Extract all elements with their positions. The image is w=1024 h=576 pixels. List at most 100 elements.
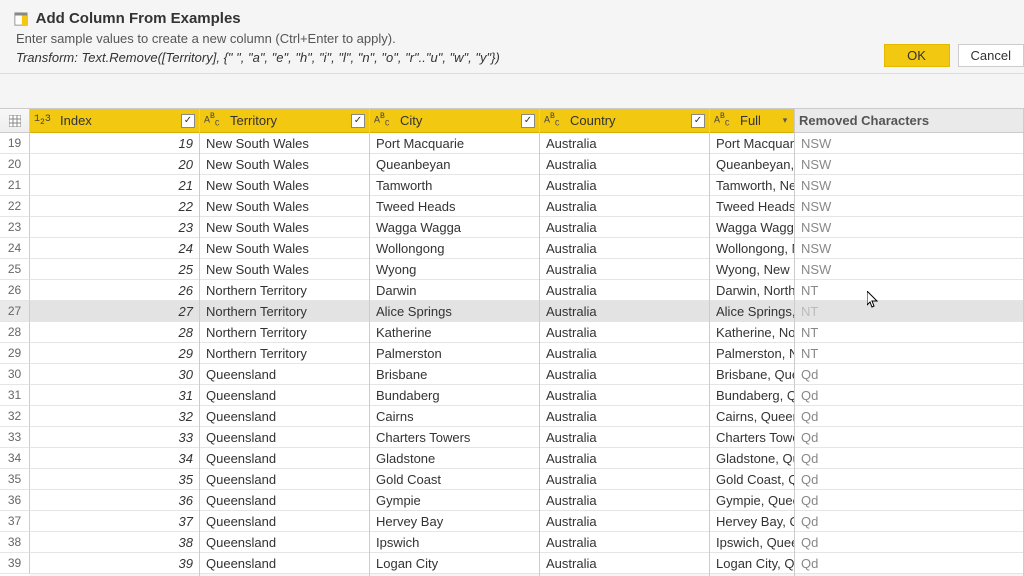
select-all-corner[interactable] [0, 109, 30, 133]
cell-full[interactable]: Darwin, Northe [710, 280, 794, 301]
cell-city[interactable]: Wyong [370, 259, 539, 280]
cell-removed-characters[interactable]: Qd [795, 406, 1023, 427]
column-include-checkbox[interactable]: ✓ [181, 114, 195, 128]
cell-country[interactable]: Australia [540, 406, 709, 427]
cell-country[interactable]: Australia [540, 385, 709, 406]
cell-territory[interactable]: Northern Territory [200, 301, 369, 322]
cell-index[interactable]: 31 [30, 385, 199, 406]
cell-country[interactable]: Australia [540, 301, 709, 322]
column-include-checkbox[interactable]: ✓ [691, 114, 705, 128]
row-header[interactable]: 28 [0, 322, 30, 343]
cell-removed-characters[interactable]: NT [795, 301, 1023, 322]
row-header[interactable]: 26 [0, 280, 30, 301]
row-header[interactable]: 34 [0, 448, 30, 469]
cell-country[interactable]: Australia [540, 343, 709, 364]
cell-country[interactable]: Australia [540, 490, 709, 511]
cell-city[interactable]: Hervey Bay [370, 511, 539, 532]
cell-index[interactable]: 21 [30, 175, 199, 196]
cell-territory[interactable]: New South Wales [200, 133, 369, 154]
cell-country[interactable]: Australia [540, 427, 709, 448]
cell-full[interactable]: Queanbeyan, N [710, 154, 794, 175]
row-header[interactable]: 37 [0, 511, 30, 532]
cell-full[interactable]: Logan City, Qu [710, 553, 794, 574]
cell-index[interactable]: 24 [30, 238, 199, 259]
cell-removed-characters[interactable]: Qd [795, 385, 1023, 406]
cell-territory[interactable]: Queensland [200, 385, 369, 406]
cell-index[interactable]: 39 [30, 553, 199, 574]
cell-index[interactable]: 29 [30, 343, 199, 364]
cell-country[interactable]: Australia [540, 511, 709, 532]
cell-removed-characters[interactable]: Qd [795, 532, 1023, 553]
cell-territory[interactable]: Queensland [200, 427, 369, 448]
cell-territory[interactable]: New South Wales [200, 238, 369, 259]
cell-full[interactable]: Wagga Wagga, [710, 217, 794, 238]
cell-index[interactable]: 27 [30, 301, 199, 322]
cell-territory[interactable]: Northern Territory [200, 322, 369, 343]
cell-territory[interactable]: Queensland [200, 553, 369, 574]
column-header-country[interactable]: ABC Country ✓ [540, 109, 709, 133]
cell-full[interactable]: Port Macquarie [710, 133, 794, 154]
cell-index[interactable]: 34 [30, 448, 199, 469]
cell-city[interactable]: Tamworth [370, 175, 539, 196]
cell-city[interactable]: Logan City [370, 553, 539, 574]
column-header-new[interactable]: Removed Characters [795, 109, 1023, 133]
cell-index[interactable]: 26 [30, 280, 199, 301]
column-header-territory[interactable]: ABC Territory ✓ [200, 109, 369, 133]
cell-removed-characters[interactable]: NSW [795, 217, 1023, 238]
cell-full[interactable]: Gladstone, Qu [710, 448, 794, 469]
cell-index[interactable]: 20 [30, 154, 199, 175]
cell-removed-characters[interactable]: NSW [795, 154, 1023, 175]
cell-removed-characters[interactable]: Qd [795, 469, 1023, 490]
cell-city[interactable]: Alice Springs [370, 301, 539, 322]
ok-button[interactable]: OK [884, 44, 950, 67]
cell-city[interactable]: Gold Coast [370, 469, 539, 490]
cell-full[interactable]: Gold Coast, Qu [710, 469, 794, 490]
cell-full[interactable]: Hervey Bay, Qu [710, 511, 794, 532]
cell-territory[interactable]: New South Wales [200, 154, 369, 175]
cell-index[interactable]: 28 [30, 322, 199, 343]
cell-country[interactable]: Australia [540, 364, 709, 385]
row-header[interactable]: 20 [0, 154, 30, 175]
cell-full[interactable]: Wyong, New S [710, 259, 794, 280]
cell-removed-characters[interactable]: Qd [795, 490, 1023, 511]
cell-removed-characters[interactable]: Qd [795, 427, 1023, 448]
cell-country[interactable]: Australia [540, 553, 709, 574]
cell-removed-characters[interactable]: Qd [795, 553, 1023, 574]
row-header[interactable]: 24 [0, 238, 30, 259]
cell-removed-characters[interactable]: Qd [795, 364, 1023, 385]
cell-territory[interactable]: New South Wales [200, 175, 369, 196]
row-header[interactable]: 35 [0, 469, 30, 490]
cell-territory[interactable]: Queensland [200, 532, 369, 553]
cancel-button[interactable]: Cancel [958, 44, 1024, 67]
cell-country[interactable]: Australia [540, 322, 709, 343]
cell-index[interactable]: 22 [30, 196, 199, 217]
cell-index[interactable]: 35 [30, 469, 199, 490]
cell-city[interactable]: Wagga Wagga [370, 217, 539, 238]
cell-index[interactable]: 30 [30, 364, 199, 385]
row-header[interactable]: 36 [0, 490, 30, 511]
row-header[interactable]: 38 [0, 532, 30, 553]
chevron-down-icon[interactable]: ▾ [780, 116, 790, 126]
cell-removed-characters[interactable]: NSW [795, 259, 1023, 280]
cell-country[interactable]: Australia [540, 238, 709, 259]
cell-index[interactable]: 37 [30, 511, 199, 532]
cell-city[interactable]: Ipswich [370, 532, 539, 553]
cell-city[interactable]: Queanbeyan [370, 154, 539, 175]
row-header[interactable]: 33 [0, 427, 30, 448]
cell-country[interactable]: Australia [540, 196, 709, 217]
cell-country[interactable]: Australia [540, 217, 709, 238]
row-header[interactable]: 22 [0, 196, 30, 217]
row-header[interactable]: 32 [0, 406, 30, 427]
row-header[interactable]: 27 [0, 301, 30, 322]
cell-index[interactable]: 19 [30, 133, 199, 154]
cell-removed-characters[interactable]: Qd [795, 511, 1023, 532]
cell-country[interactable]: Australia [540, 280, 709, 301]
row-header[interactable]: 25 [0, 259, 30, 280]
cell-country[interactable]: Australia [540, 532, 709, 553]
cell-removed-characters[interactable]: NT [795, 322, 1023, 343]
row-header[interactable]: 21 [0, 175, 30, 196]
column-header-index[interactable]: 123 Index ✓ [30, 109, 199, 133]
cell-country[interactable]: Australia [540, 154, 709, 175]
row-header[interactable]: 30 [0, 364, 30, 385]
cell-city[interactable]: Brisbane [370, 364, 539, 385]
